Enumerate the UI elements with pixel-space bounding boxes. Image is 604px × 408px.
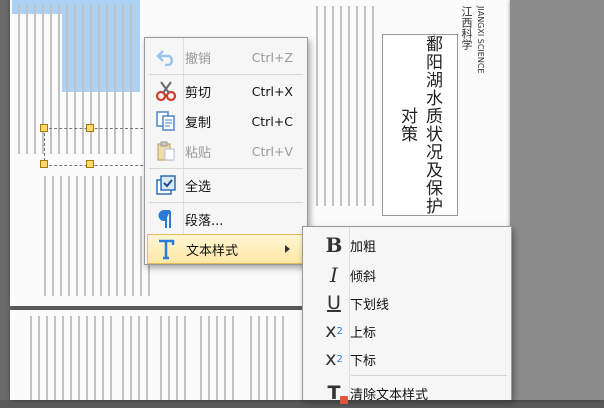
menu-item-undo[interactable]: 撤销 Ctrl+Z — [145, 42, 307, 72]
paste-icon — [155, 140, 177, 162]
copy-icon — [155, 110, 177, 132]
submenu-item-underline[interactable]: U 下划线 — [303, 288, 511, 318]
journal-name: 江西科学 — [460, 6, 473, 50]
submenu-item-subscript[interactable]: x2 下标 — [303, 344, 511, 374]
submenu-item-bold[interactable]: B 加粗 — [303, 230, 511, 260]
menu-item-text-style[interactable]: 文本样式 — [147, 234, 305, 264]
underline-icon: U — [327, 292, 341, 314]
resize-handle[interactable] — [40, 124, 48, 132]
journal-name-en: JIANGXI SCIENCE — [476, 6, 485, 74]
resize-handle[interactable] — [86, 124, 94, 132]
superscript-icon: x2 — [325, 320, 343, 342]
document-page-bottom — [10, 310, 306, 400]
text-style-icon — [156, 238, 178, 260]
context-menu: 撤销 Ctrl+Z 剪切 Ctrl+X 复制 Ctrl+C 粘贴 Ctrl+V … — [144, 37, 308, 265]
submenu-arrow-icon — [285, 245, 290, 253]
resize-handle[interactable] — [40, 160, 48, 168]
submenu-item-clear-style[interactable]: T 清除文本样式 — [303, 378, 511, 408]
scissors-icon — [155, 80, 177, 102]
article-title: 鄱阳湖水质状况及保护对策 — [397, 35, 442, 215]
text-style-submenu: B 加粗 I 倾斜 U 下划线 x2 上标 x2 下标 T 清除文本样式 — [302, 226, 512, 404]
document-page-edge — [510, 0, 604, 400]
menu-item-cut[interactable]: 剪切 Ctrl+X — [145, 76, 307, 106]
undo-icon — [155, 46, 177, 68]
submenu-item-superscript[interactable]: x2 上标 — [303, 316, 511, 346]
article-title-box: 鄱阳湖水质状况及保护对策 — [382, 34, 458, 216]
clear-style-icon: T — [323, 381, 348, 405]
subscript-icon: x2 — [325, 348, 343, 370]
resize-handle[interactable] — [86, 160, 94, 168]
bold-icon: B — [325, 233, 343, 257]
menu-item-select-all[interactable]: 全选 — [145, 170, 307, 200]
menu-item-paste[interactable]: 粘贴 Ctrl+V — [145, 136, 307, 166]
select-all-icon — [155, 174, 177, 196]
paragraph-icon — [155, 208, 177, 230]
menu-item-copy[interactable]: 复制 Ctrl+C — [145, 106, 307, 136]
text-column-middle[interactable] — [310, 0, 380, 220]
italic-icon: I — [330, 263, 338, 287]
submenu-item-italic[interactable]: I 倾斜 — [303, 260, 511, 290]
menu-item-paragraph[interactable]: 段落... — [145, 204, 307, 234]
